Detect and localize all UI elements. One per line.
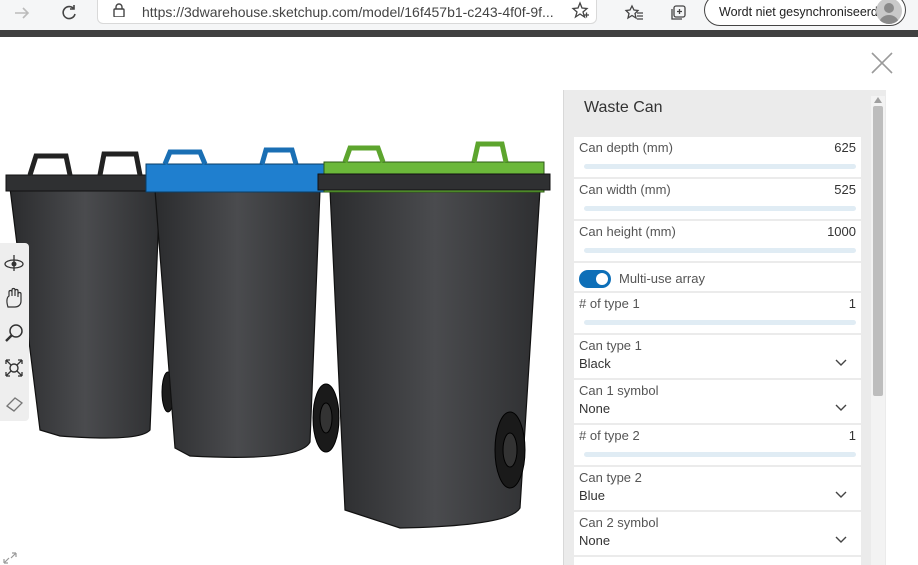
browser-toolbar: https://3dwarehouse.sketchup.com/model/1… bbox=[0, 0, 918, 30]
slider-value: 1 bbox=[848, 428, 856, 443]
slider-label: # of type 1 bbox=[579, 296, 640, 311]
can2-symbol-select[interactable]: Can 2 symbol None bbox=[574, 512, 861, 555]
blue-waste-can bbox=[145, 147, 340, 458]
slider-track[interactable] bbox=[576, 164, 856, 200]
refresh-icon[interactable] bbox=[57, 2, 81, 24]
chevron-down-icon[interactable] bbox=[835, 536, 847, 544]
close-icon[interactable] bbox=[868, 49, 896, 77]
select-label: Can type 1 bbox=[579, 338, 642, 353]
select-label: Can 1 symbol bbox=[579, 383, 659, 398]
eraser-icon[interactable] bbox=[3, 392, 25, 414]
address-bar[interactable]: https://3dwarehouse.sketchup.com/model/1… bbox=[97, 0, 597, 24]
scroll-up-arrow-icon[interactable] bbox=[874, 97, 882, 103]
panel-title: Waste Can bbox=[584, 99, 663, 116]
lock-icon[interactable] bbox=[112, 3, 126, 17]
page-header-strip bbox=[0, 30, 918, 37]
select-value[interactable]: None bbox=[579, 533, 610, 548]
green-waste-can bbox=[317, 141, 551, 529]
can1-symbol-select[interactable]: Can 1 symbol None bbox=[574, 380, 861, 423]
slider-value: 1000 bbox=[827, 224, 856, 239]
chevron-down-icon[interactable] bbox=[835, 404, 847, 412]
orbit-icon[interactable] bbox=[3, 252, 25, 274]
slider-value: 525 bbox=[834, 182, 856, 197]
slider-value: 625 bbox=[834, 140, 856, 155]
forward-icon[interactable] bbox=[10, 2, 34, 24]
toggle-knob bbox=[596, 273, 608, 285]
black-waste-can bbox=[5, 151, 175, 439]
slider-label: Can height (mm) bbox=[579, 224, 676, 239]
chevron-down-icon[interactable] bbox=[835, 491, 847, 499]
expand-icon[interactable] bbox=[2, 551, 18, 565]
slider-label: # of type 2 bbox=[579, 428, 640, 443]
slider-label: Can depth (mm) bbox=[579, 140, 673, 155]
favorites-icon[interactable] bbox=[622, 2, 646, 24]
avatar bbox=[876, 0, 902, 24]
collections-icon[interactable] bbox=[666, 2, 690, 24]
waste-can-model[interactable] bbox=[0, 130, 560, 550]
can-type2-select[interactable]: Can type 2 Blue bbox=[574, 467, 861, 510]
select-label: Can 2 symbol bbox=[579, 515, 659, 530]
slider-track[interactable] bbox=[576, 320, 856, 356]
sync-label: Wordt niet gesynchroniseerd bbox=[719, 5, 878, 19]
slider-track[interactable] bbox=[576, 206, 856, 242]
select-value[interactable]: Blue bbox=[579, 488, 605, 503]
zoom-icon[interactable] bbox=[3, 322, 25, 344]
zoom-extents-icon[interactable] bbox=[3, 357, 25, 379]
can-height-slider[interactable]: Can height (mm) 1000 bbox=[574, 221, 861, 284]
slider-value: 1 bbox=[848, 296, 856, 311]
pan-icon[interactable] bbox=[3, 287, 25, 309]
type2-count-slider[interactable]: # of type 2 1 bbox=[574, 425, 861, 488]
can-type1-select[interactable]: Can type 1 Black bbox=[574, 335, 861, 378]
type1-count-slider[interactable]: # of type 1 1 bbox=[574, 293, 861, 356]
can-width-slider[interactable]: Can width (mm) 525 bbox=[574, 179, 861, 242]
url-text[interactable]: https://3dwarehouse.sketchup.com/model/1… bbox=[142, 4, 562, 20]
select-value[interactable]: Black bbox=[579, 356, 611, 371]
sync-profile-button[interactable]: Wordt niet gesynchroniseerd bbox=[704, 0, 906, 26]
slider-track[interactable] bbox=[584, 248, 856, 284]
next-row-partial bbox=[574, 557, 861, 565]
slider-label: Can width (mm) bbox=[579, 182, 671, 197]
multi-use-array-toggle[interactable] bbox=[579, 270, 611, 288]
toggle-label: Multi-use array bbox=[619, 271, 705, 286]
multi-use-array-row: Multi-use array bbox=[574, 263, 861, 291]
navigation-toolbar bbox=[0, 243, 29, 421]
slider-track[interactable] bbox=[576, 452, 856, 488]
scrollbar-thumb[interactable] bbox=[873, 106, 883, 396]
add-favorite-icon[interactable] bbox=[570, 1, 590, 21]
can-depth-slider[interactable]: Can depth (mm) 625 bbox=[574, 137, 861, 200]
select-value[interactable]: None bbox=[579, 401, 610, 416]
select-label: Can type 2 bbox=[579, 470, 642, 485]
chevron-down-icon[interactable] bbox=[835, 359, 847, 367]
